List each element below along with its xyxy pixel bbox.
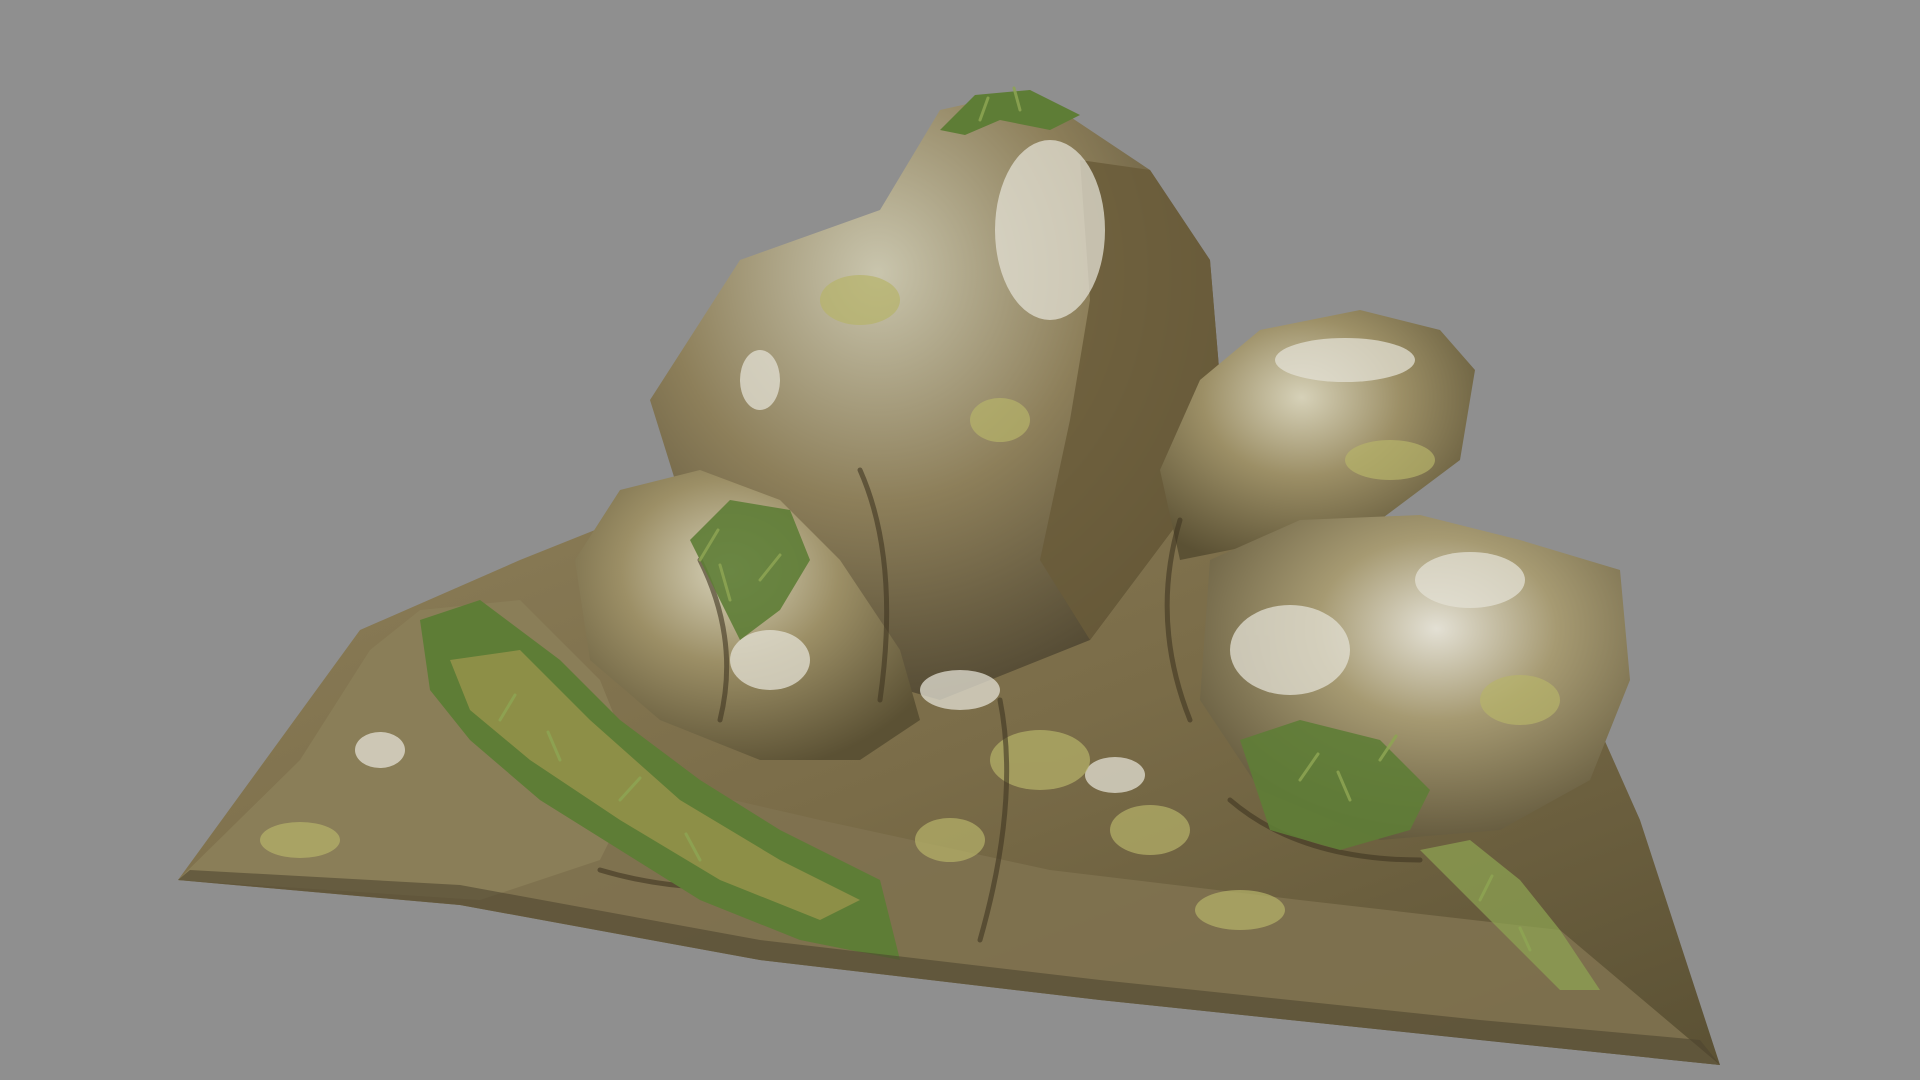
3d-viewport[interactable] — [0, 0, 1920, 1080]
rock-model — [178, 86, 1720, 1065]
